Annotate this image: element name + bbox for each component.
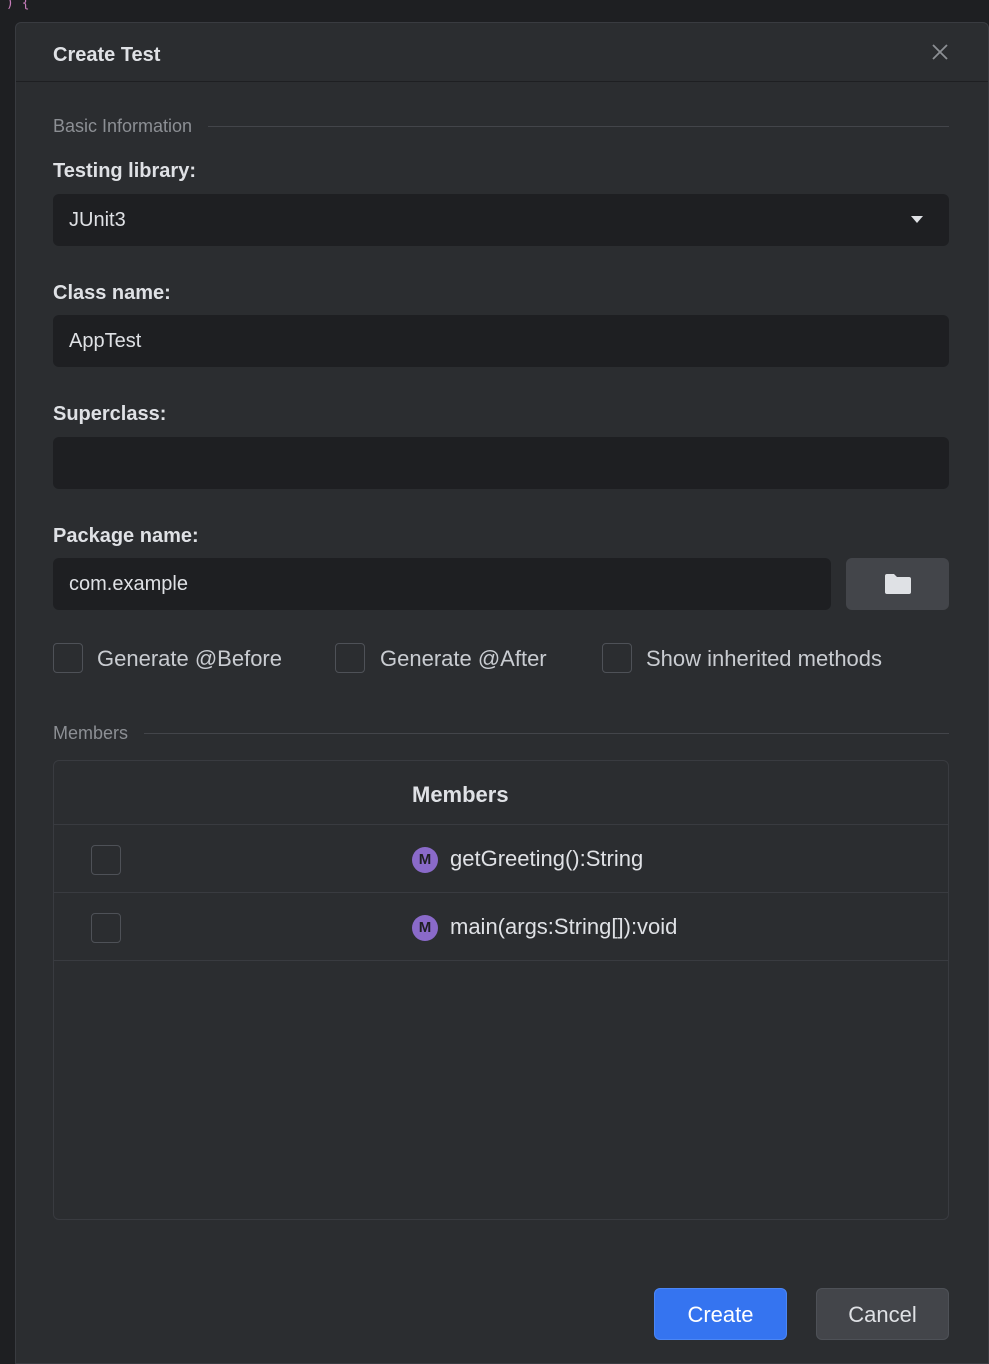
superclass-input[interactable] bbox=[53, 437, 949, 489]
editor-code-fragment: ) { bbox=[6, 0, 30, 11]
package-name-input[interactable]: com.example bbox=[53, 558, 831, 610]
editor-background: ) { bbox=[0, 0, 989, 22]
generate-before-checkbox[interactable] bbox=[53, 643, 83, 673]
testing-library-label: Testing library: bbox=[53, 160, 196, 182]
dialog-title: Create Test bbox=[53, 44, 161, 66]
package-name-value: com.example bbox=[69, 573, 188, 595]
package-name-label: Package name: bbox=[53, 525, 199, 547]
member-checkbox[interactable] bbox=[91, 913, 121, 943]
method-icon: M bbox=[412, 847, 438, 873]
chevron-down-icon bbox=[911, 216, 923, 223]
generate-after-label: Generate @After bbox=[380, 646, 547, 671]
show-inherited-label: Show inherited methods bbox=[646, 646, 883, 671]
class-name-label: Class name: bbox=[53, 282, 171, 304]
members-table-header: Members bbox=[54, 761, 948, 825]
generate-before-label: Generate @Before bbox=[97, 646, 282, 671]
class-name-input[interactable]: AppTest bbox=[53, 315, 949, 367]
superclass-label: Superclass: bbox=[53, 403, 167, 425]
basic-information-heading: Basic Information bbox=[53, 116, 209, 137]
show-inherited-checkbox[interactable] bbox=[602, 643, 632, 673]
folder-icon bbox=[885, 574, 911, 594]
member-name: getGreeting():String bbox=[450, 846, 644, 871]
dialog-titlebar: Create Test bbox=[16, 23, 988, 82]
method-icon: M bbox=[412, 915, 438, 941]
cancel-button[interactable]: Cancel bbox=[816, 1288, 949, 1340]
testing-library-value: JUnit3 bbox=[69, 209, 126, 231]
testing-library-select[interactable]: JUnit3 bbox=[53, 194, 949, 246]
members-heading: Members bbox=[53, 723, 145, 744]
separator-line bbox=[53, 733, 949, 734]
generate-after-checkbox[interactable] bbox=[335, 643, 365, 673]
create-button[interactable]: Create bbox=[654, 1288, 787, 1340]
member-name: main(args:String[]):void bbox=[450, 914, 678, 939]
members-separator: Members bbox=[53, 723, 949, 744]
table-row[interactable]: M getGreeting():String bbox=[54, 825, 948, 893]
browse-package-button[interactable] bbox=[846, 558, 949, 610]
members-table: Members M getGreeting():String M main(ar… bbox=[53, 760, 949, 1220]
basic-information-separator: Basic Information bbox=[53, 116, 949, 137]
members-column-header[interactable]: Members bbox=[412, 782, 509, 808]
table-row[interactable]: M main(args:String[]):void bbox=[54, 893, 948, 961]
close-icon[interactable] bbox=[930, 42, 950, 62]
member-checkbox[interactable] bbox=[91, 845, 121, 875]
class-name-value: AppTest bbox=[69, 330, 142, 352]
create-test-dialog: Create Test Basic Information Testing li… bbox=[15, 22, 989, 1364]
